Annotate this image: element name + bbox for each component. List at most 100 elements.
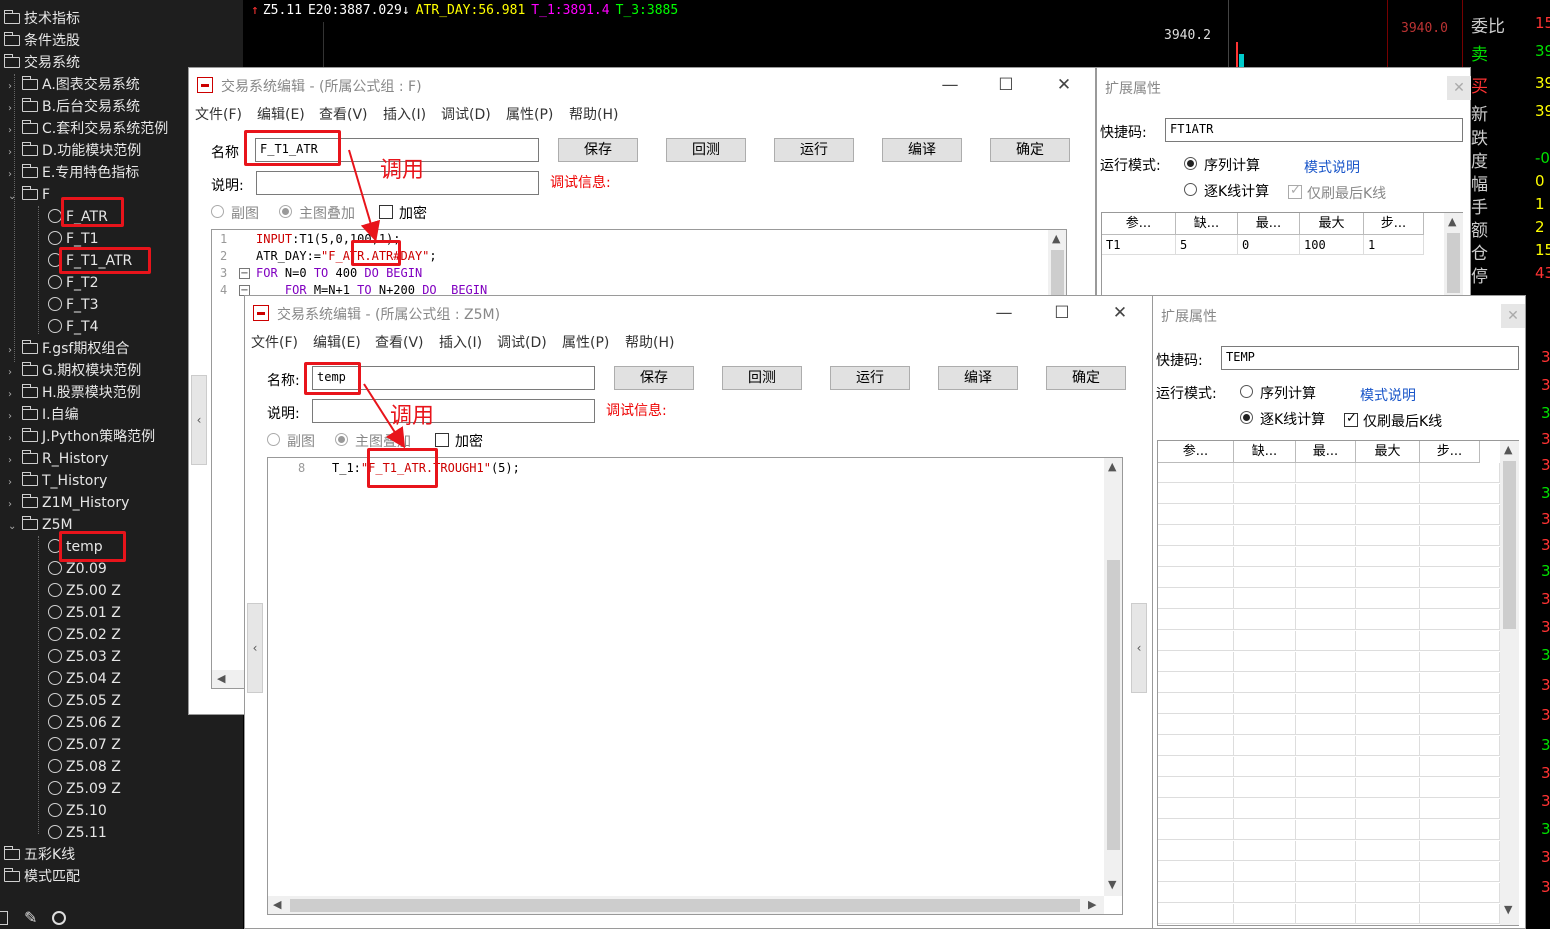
scroll-thumb[interactable] <box>1107 560 1120 850</box>
tree-item[interactable]: › J.Python策略范例 <box>8 426 155 448</box>
per-kline-radio[interactable] <box>1240 411 1253 424</box>
close-icon[interactable]: ✕ <box>1049 74 1079 96</box>
tree-item[interactable]: › A.图表交易系统 <box>8 74 140 96</box>
grid-cell[interactable] <box>1356 673 1420 693</box>
main-overlay-radio[interactable] <box>279 205 292 218</box>
panel-close-icon[interactable]: ✕ <box>1501 304 1525 328</box>
tree-item[interactable]: F_T2 <box>48 272 99 294</box>
grid-cell[interactable] <box>1296 820 1356 840</box>
scroll-down-icon[interactable]: ▼ <box>1504 903 1512 916</box>
grid-header[interactable]: 步... <box>1364 213 1424 235</box>
tree-item[interactable]: 条件选股 <box>4 30 80 52</box>
grid-cell[interactable] <box>1296 505 1356 525</box>
grid-cell[interactable] <box>1296 694 1356 714</box>
grid-cell[interactable] <box>1420 841 1500 861</box>
grid-cell[interactable] <box>1356 757 1420 777</box>
tree-item[interactable]: ⌄ F <box>8 184 50 206</box>
minimize-icon[interactable]: — <box>989 302 1019 324</box>
collapse-handle[interactable]: ‹ <box>247 603 263 693</box>
grid-cell[interactable] <box>1234 463 1296 483</box>
grid-cell[interactable] <box>1356 841 1420 861</box>
chevron-down-icon[interactable]: ⌄ <box>8 516 22 538</box>
tree-item[interactable]: Z5.00 Z <box>48 580 121 602</box>
grid-header[interactable]: 步... <box>1420 441 1480 463</box>
menu-item[interactable]: 文件(F) <box>195 104 242 124</box>
grid-cell[interactable] <box>1420 526 1500 546</box>
main-overlay-radio[interactable] <box>335 433 348 446</box>
grid-cell[interactable] <box>1158 589 1234 609</box>
tree-item[interactable]: › I.自编 <box>8 404 79 426</box>
grid-cell[interactable] <box>1420 589 1500 609</box>
menu-item[interactable]: 调试(D) <box>497 332 547 352</box>
titlebar[interactable]: 交易系统编辑 - (所属公式组 : F) — ☐ ✕ <box>189 68 1095 102</box>
run-button[interactable]: 运行 <box>830 366 910 390</box>
menu-item[interactable]: 调试(D) <box>441 104 491 124</box>
grid-cell[interactable] <box>1356 904 1420 924</box>
grid-cell[interactable] <box>1234 589 1296 609</box>
maximize-icon[interactable]: ☐ <box>991 74 1021 96</box>
tree-item[interactable]: Z5.02 Z <box>48 624 121 646</box>
grid-vscroll[interactable]: ▲ <box>1444 213 1463 299</box>
chevron-right-icon[interactable]: › <box>8 340 22 362</box>
grid-cell[interactable] <box>1420 673 1500 693</box>
grid-header[interactable]: 最... <box>1238 213 1300 235</box>
grid-cell[interactable] <box>1296 736 1356 756</box>
encrypt-checkbox[interactable] <box>435 433 449 447</box>
grid-cell[interactable] <box>1234 505 1296 525</box>
grid-cell[interactable] <box>1420 820 1500 840</box>
scroll-thumb[interactable] <box>290 899 1080 912</box>
grid-cell[interactable] <box>1158 652 1234 672</box>
grid-cell[interactable] <box>1296 547 1356 567</box>
desc-input[interactable] <box>312 399 595 423</box>
grid-cell[interactable] <box>1234 862 1296 882</box>
grid-cell[interactable] <box>1356 610 1420 630</box>
chevron-right-icon[interactable]: › <box>8 406 22 428</box>
grid-cell[interactable] <box>1234 904 1296 924</box>
tree-item[interactable]: ⌄ Z5M <box>8 514 73 536</box>
grid-cell[interactable] <box>1296 589 1356 609</box>
chevron-right-icon[interactable]: › <box>8 384 22 406</box>
grid-cell[interactable] <box>1234 778 1296 798</box>
grid-cell[interactable] <box>1234 547 1296 567</box>
grid-cell[interactable] <box>1234 694 1296 714</box>
per-kline-radio[interactable] <box>1184 183 1197 196</box>
grid-cell[interactable] <box>1420 799 1500 819</box>
grid-cell[interactable] <box>1296 715 1356 735</box>
menu-item[interactable]: 插入(I) <box>383 104 426 124</box>
tree-item[interactable]: Z5.06 Z <box>48 712 121 734</box>
grid-cell[interactable] <box>1158 547 1234 567</box>
grid-cell[interactable] <box>1356 652 1420 672</box>
grid-cell[interactable] <box>1420 652 1500 672</box>
tree-item[interactable]: › F.gsf期权组合 <box>8 338 129 360</box>
grid-header[interactable]: 最大 <box>1300 213 1364 235</box>
grid-cell[interactable] <box>1158 568 1234 588</box>
menu-item[interactable]: 编辑(E) <box>313 332 361 352</box>
editor-vscroll[interactable]: ▲ ▼ <box>1104 458 1122 896</box>
scroll-up-icon[interactable]: ▲ <box>1108 460 1116 473</box>
grid-cell[interactable] <box>1356 505 1420 525</box>
tree-item[interactable]: 五彩K线 <box>4 844 75 866</box>
grid-cell[interactable] <box>1158 841 1234 861</box>
chevron-right-icon[interactable]: › <box>8 76 22 98</box>
grid-cell[interactable] <box>1420 862 1500 882</box>
tree-item[interactable]: Z5.01 Z <box>48 602 121 624</box>
sequence-calc-radio[interactable] <box>1184 157 1197 170</box>
tree-item[interactable]: Z5.03 Z <box>48 646 121 668</box>
grid-cell[interactable] <box>1296 631 1356 651</box>
scroll-up-icon[interactable]: ▲ <box>1504 443 1512 456</box>
collapse-handle-right[interactable]: ‹ <box>1131 603 1147 693</box>
fold-marker[interactable]: − <box>239 268 250 279</box>
panel-close-icon[interactable]: ✕ <box>1447 76 1471 100</box>
copy-icon[interactable] <box>0 911 8 925</box>
grid-cell[interactable] <box>1234 841 1296 861</box>
tree-item[interactable]: F_T3 <box>48 294 99 316</box>
chevron-right-icon[interactable]: › <box>8 362 22 384</box>
grid-cell[interactable] <box>1296 904 1356 924</box>
tree-item[interactable]: › E.专用特色指标 <box>8 162 139 184</box>
grid-cell[interactable] <box>1296 841 1356 861</box>
tree-item[interactable]: Z5.04 Z <box>48 668 121 690</box>
save-button[interactable]: 保存 <box>558 138 638 162</box>
subchart-radio[interactable] <box>267 433 280 446</box>
grid-cell[interactable] <box>1296 526 1356 546</box>
grid-cell[interactable] <box>1158 904 1234 924</box>
